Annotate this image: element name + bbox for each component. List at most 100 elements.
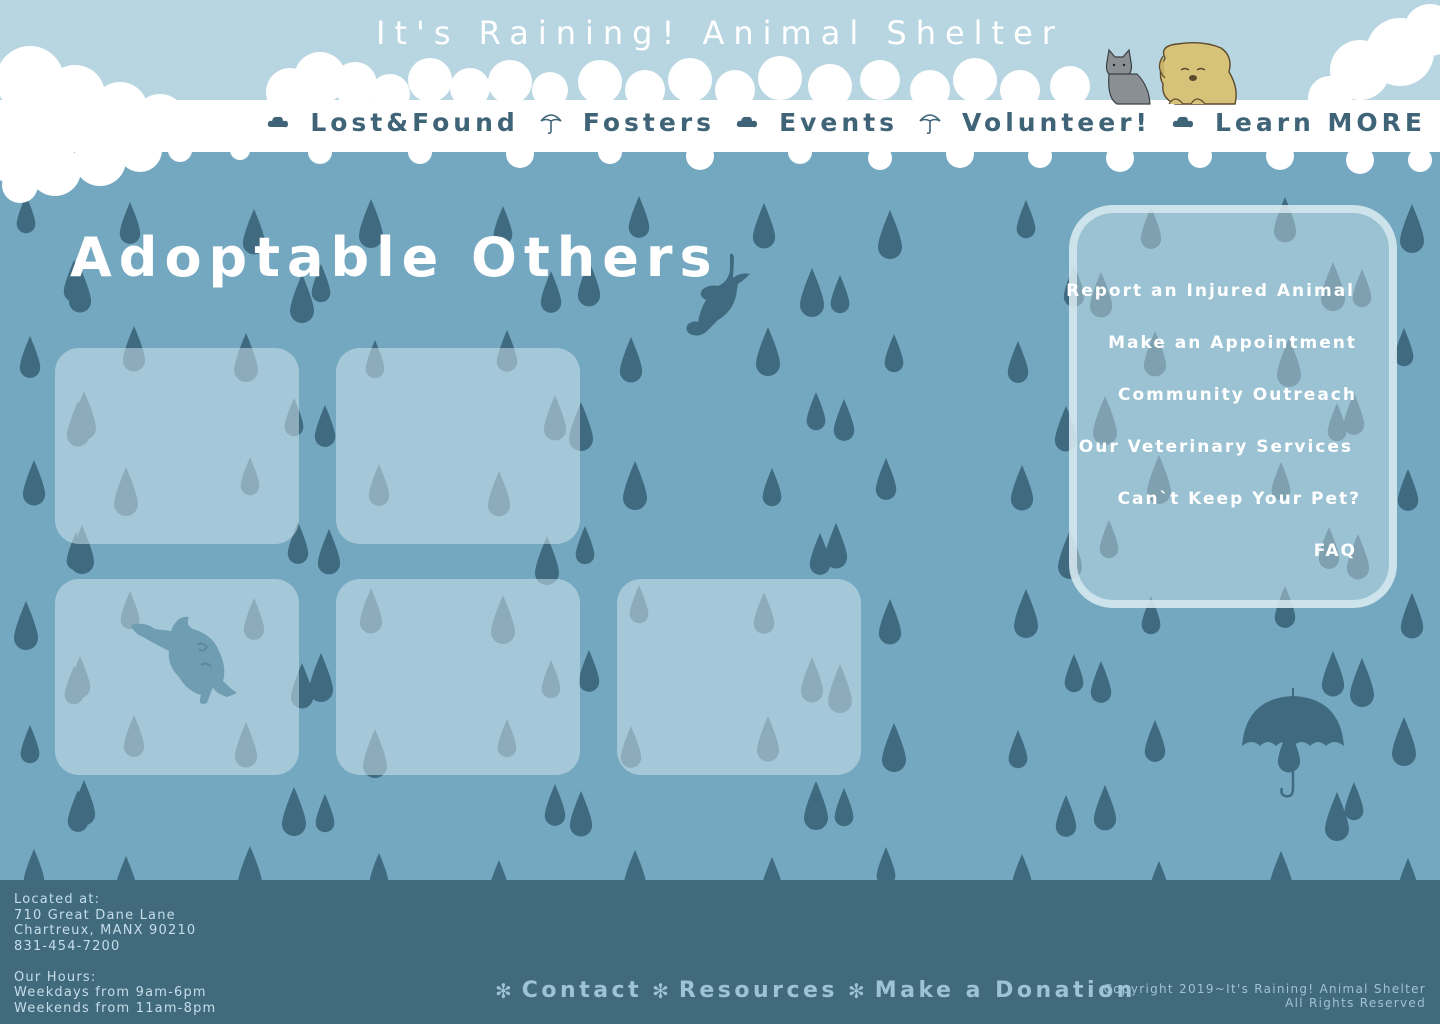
raindrop-icon xyxy=(19,336,41,378)
raindrop-icon xyxy=(282,787,306,837)
raindrop-icon xyxy=(22,460,46,506)
raindrop-icon xyxy=(369,853,389,880)
rolling-cat-icon xyxy=(131,616,237,704)
adoptable-card-3[interactable] xyxy=(55,579,299,775)
grey-cat-icon xyxy=(1105,48,1151,105)
raindrop-icon xyxy=(1151,861,1167,880)
raindrop-icon xyxy=(1350,658,1374,708)
link-make-appointment[interactable]: Make an Appointment xyxy=(1108,333,1357,353)
copyright-line: Copyright 2019~It's Raining! Animal Shel… xyxy=(1103,982,1426,996)
cloud-icon xyxy=(268,116,289,127)
raindrop-icon xyxy=(315,794,335,833)
umbrella-icon xyxy=(540,113,562,134)
raindrop-icon xyxy=(1397,469,1419,511)
link-community-outreach[interactable]: Community Outreach xyxy=(1118,385,1357,405)
raindrop-icon xyxy=(884,334,904,373)
site-footer: Located at: 710 Great Dane Lane Chartreu… xyxy=(0,880,1440,1024)
raindrop-icon xyxy=(1064,654,1084,693)
copyright: Copyright 2019~It's Raining! Animal Shel… xyxy=(1104,982,1426,1010)
raindrop-icon xyxy=(309,653,333,703)
asterisk-flower-icon: ✻ xyxy=(495,978,512,1003)
raindrop-icon xyxy=(619,337,643,383)
hours-heading: Our Hours: xyxy=(14,969,97,985)
adoptable-card-2[interactable] xyxy=(336,348,580,544)
footer-link-contact[interactable]: Contact xyxy=(522,978,642,1003)
raindrop-icon xyxy=(238,846,262,880)
link-faq[interactable]: FAQ xyxy=(1314,541,1357,561)
nav-events[interactable]: Events xyxy=(779,108,898,137)
raindrop-icon xyxy=(314,405,336,447)
adoptable-card-5[interactable] xyxy=(617,579,861,775)
raindrop-icon xyxy=(1400,593,1424,639)
raindrop-icon xyxy=(1014,589,1038,639)
raindrop-icon xyxy=(875,458,897,500)
raindrop-icon xyxy=(623,461,647,511)
raindrop-icon xyxy=(804,781,828,831)
cloud-icon xyxy=(1172,116,1193,127)
raindrop-icon xyxy=(830,275,850,314)
raindrop-icon xyxy=(14,601,38,651)
phone-number[interactable]: 831-454-7200 xyxy=(14,939,216,955)
raindrop-icon xyxy=(20,725,40,764)
nav-fosters[interactable]: Fosters xyxy=(583,108,715,137)
link-report-injured-animal[interactable]: Report an Injured Animal xyxy=(1066,281,1355,301)
raindrop-icon xyxy=(763,857,781,880)
umbrella-icon xyxy=(1242,688,1344,798)
raindrop-icon xyxy=(1010,465,1034,511)
nav-volunteer[interactable]: Volunteer! xyxy=(962,108,1151,137)
hours-weekdays: Weekdays from 9am-6pm xyxy=(14,985,207,1000)
raindrop-icon xyxy=(878,599,902,645)
raindrop-icon xyxy=(491,860,507,880)
raindrop-icon xyxy=(317,529,341,575)
raindrop-icon xyxy=(1399,858,1417,880)
nav-learn-more[interactable]: Learn MORE xyxy=(1215,108,1426,137)
raindrop-icon xyxy=(544,784,566,826)
raindrop-icon xyxy=(1090,661,1112,703)
raindrop-icon xyxy=(800,268,824,318)
address-heading: Located at: xyxy=(14,892,101,907)
raindrop-icon xyxy=(72,780,96,826)
hours-weekends: Weekends from 11am-8pm xyxy=(14,1000,217,1016)
raindrop-icon xyxy=(1093,785,1117,831)
rights-reserved: All Rights Reserved xyxy=(1285,996,1426,1010)
link-cant-keep-pet[interactable]: Can`t Keep Your Pet? xyxy=(1118,489,1361,509)
raindrop-icon xyxy=(824,523,848,569)
asterisk-flower-icon: ✻ xyxy=(848,978,865,1003)
footer-nav: ✻ Contact ✻ Resources ✻ Make a Donation xyxy=(495,978,1136,1003)
address-street: 710 Great Dane Lane xyxy=(14,907,176,923)
raindrop-icon xyxy=(578,650,600,692)
raindrop-icon xyxy=(1392,717,1416,767)
cloud-icon xyxy=(736,116,758,127)
raindrop-icon xyxy=(116,856,136,880)
footer-link-donation[interactable]: Make a Donation xyxy=(875,978,1136,1003)
raindrop-icon xyxy=(756,327,780,377)
raindrop-icon xyxy=(1144,720,1166,762)
address-block: Located at: 710 Great Dane Lane Chartreu… xyxy=(14,892,216,1016)
leaping-cat-icon xyxy=(686,253,750,336)
raindrop-icon xyxy=(806,392,826,431)
raindrop-icon xyxy=(23,849,45,880)
raindrop-icon xyxy=(762,468,782,507)
umbrella-icon xyxy=(919,113,941,134)
adoptable-card-1[interactable] xyxy=(55,348,299,544)
page-title: Adoptable Others xyxy=(70,226,719,289)
asterisk-flower-icon: ✻ xyxy=(652,978,669,1003)
raindrop-icon xyxy=(1394,328,1414,367)
main-nav: Lost&Found Fosters Events Volunteer! Lea… xyxy=(246,108,1426,137)
raindrop-icon xyxy=(1008,730,1028,769)
nav-lost-found[interactable]: Lost&Found xyxy=(310,108,518,137)
raindrop-icon xyxy=(1007,341,1029,383)
raindrop-icon xyxy=(876,847,896,880)
adoptable-card-4[interactable] xyxy=(336,579,580,775)
raindrop-icon xyxy=(569,791,593,837)
raindrop-icon xyxy=(1400,204,1424,254)
raindrop-icon xyxy=(882,723,906,773)
link-veterinary-services[interactable]: Our Veterinary Services xyxy=(1079,437,1353,457)
raindrop-icon xyxy=(1012,854,1032,880)
raindrop-icon xyxy=(833,399,855,441)
site-title[interactable]: It's Raining! Animal Shelter xyxy=(0,14,1440,52)
raindrop-icon xyxy=(834,788,854,827)
quick-links-panel: Report an Injured Animal Make an Appoint… xyxy=(1066,205,1397,608)
footer-link-resources[interactable]: Resources xyxy=(679,978,838,1003)
